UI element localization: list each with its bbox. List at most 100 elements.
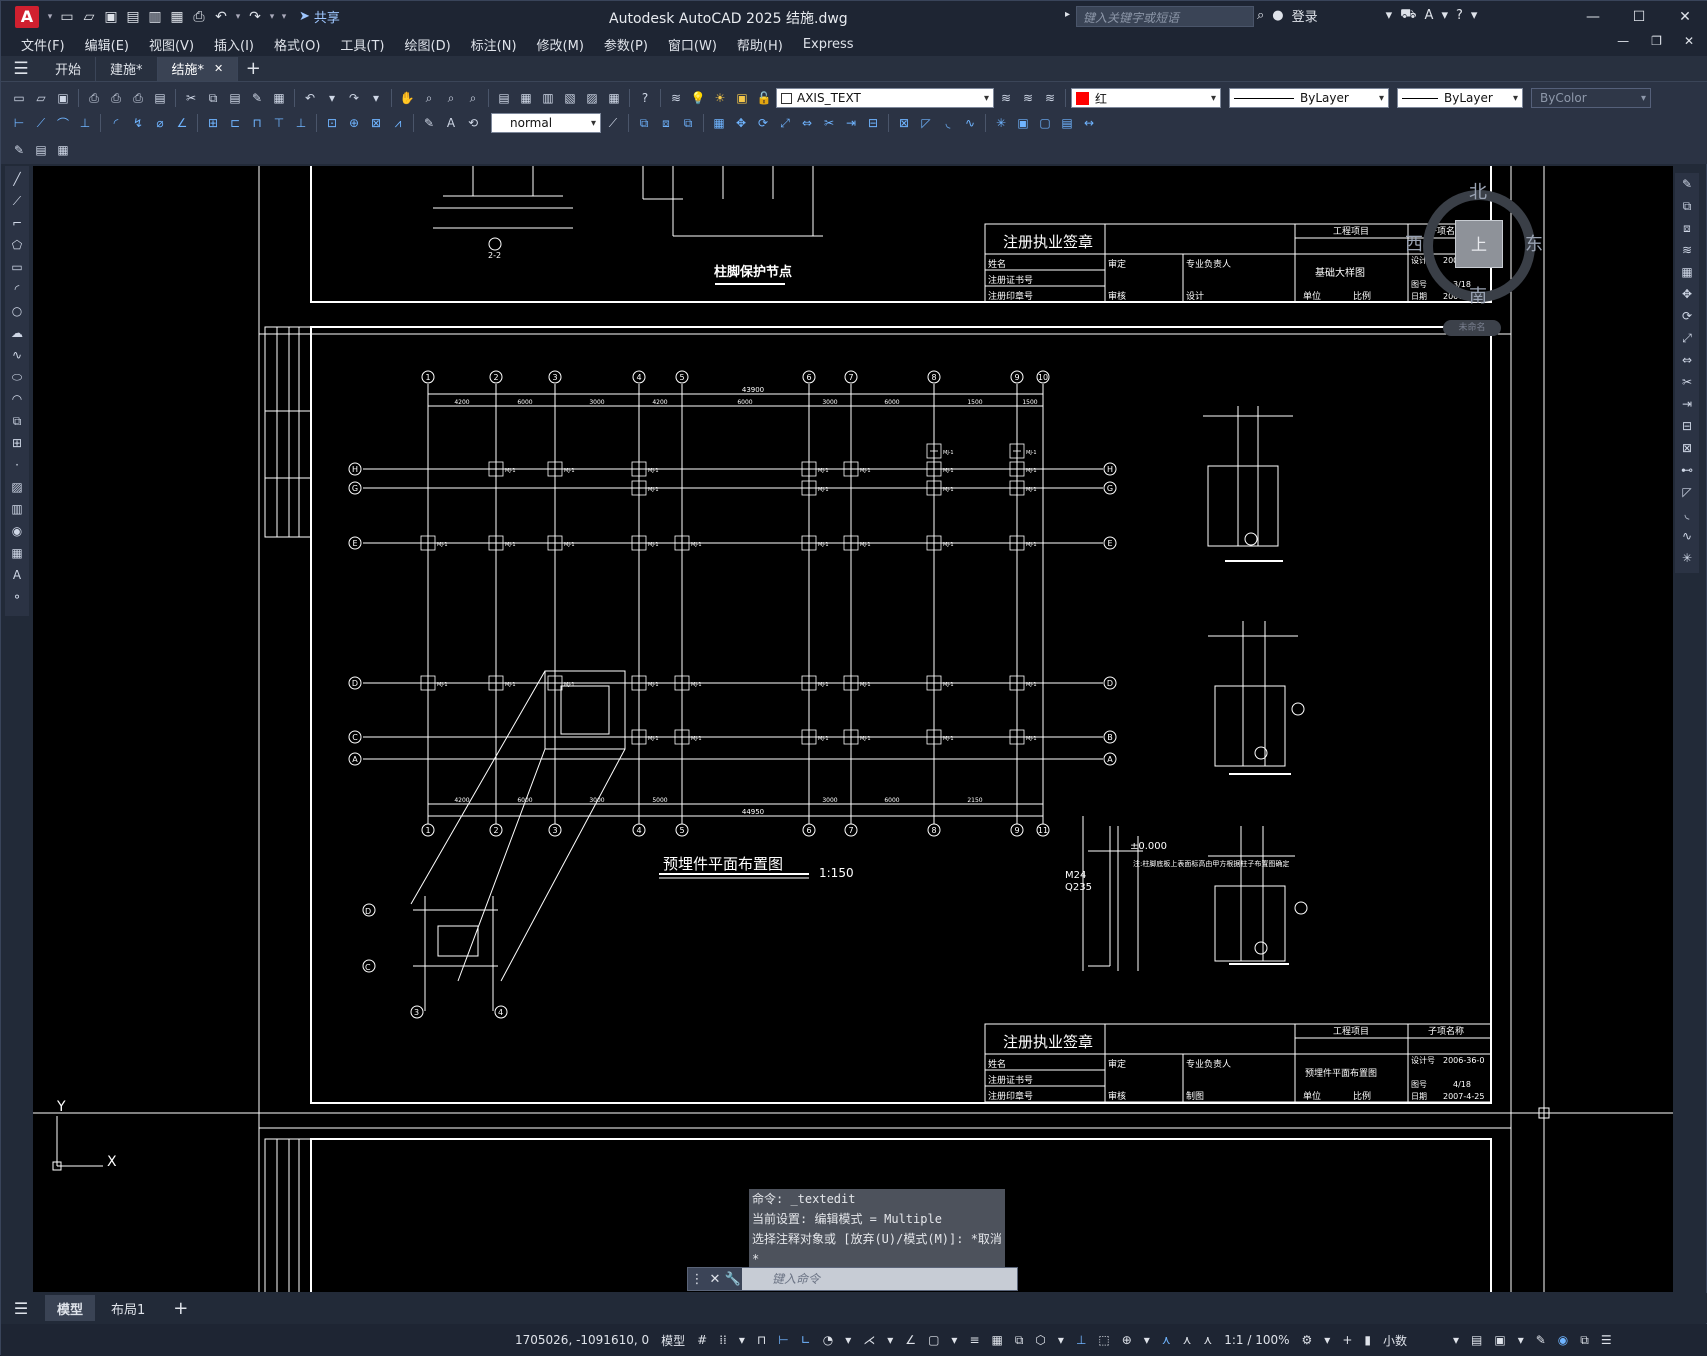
- array-icon[interactable]: ▦: [709, 113, 729, 133]
- save-as-icon[interactable]: ▤: [123, 7, 143, 27]
- join-icon[interactable]: ⊷: [1678, 461, 1696, 479]
- blend-curves-icon[interactable]: ∿: [1678, 527, 1696, 545]
- properties-icon[interactable]: ▤: [494, 88, 514, 108]
- open-icon[interactable]: ▱: [31, 88, 51, 108]
- block-attribute-manager-icon[interactable]: ▦: [53, 140, 73, 160]
- workspace-icon[interactable]: ⚙: [1296, 1333, 1319, 1347]
- offset-icon[interactable]: ⧉: [678, 113, 698, 133]
- plotstyle-dropdown[interactable]: ByColor ▾: [1531, 88, 1651, 108]
- dim-edit-icon[interactable]: ✎: [419, 113, 439, 133]
- mirror-icon[interactable]: ⧈: [1678, 219, 1696, 237]
- help-search-input[interactable]: 键入关键字或短语: [1076, 6, 1254, 27]
- circle-icon[interactable]: ○: [8, 302, 26, 320]
- layer-previous-icon[interactable]: ≋: [1018, 88, 1038, 108]
- undo-icon[interactable]: ↶: [211, 7, 231, 27]
- linetype-dropdown[interactable]: ByLayer ▾: [1229, 88, 1389, 108]
- cart-icon[interactable]: ⛟: [1400, 7, 1416, 24]
- menu-draw[interactable]: 绘图(D): [395, 35, 461, 54]
- layer-vp-icon[interactable]: ▣: [732, 88, 752, 108]
- plot-icon[interactable]: ⎙: [189, 7, 209, 27]
- break-icon[interactable]: ⊠: [1678, 439, 1696, 457]
- grid-icon[interactable]: #: [691, 1333, 713, 1347]
- menu-help[interactable]: 帮助(H): [727, 35, 793, 54]
- isodraft-icon[interactable]: ⋌: [857, 1333, 881, 1347]
- undo-dropdown-icon[interactable]: ▾: [233, 7, 243, 27]
- help-dropdown-icon[interactable]: ▾: [1471, 8, 1478, 23]
- aligned-dim-icon[interactable]: ⟋: [31, 113, 51, 133]
- dim-update-icon[interactable]: ⟲: [463, 113, 483, 133]
- new-icon[interactable]: ▭: [9, 88, 29, 108]
- point-icon[interactable]: ·: [8, 456, 26, 474]
- paste-icon[interactable]: ▤: [225, 88, 245, 108]
- array-icon[interactable]: ▦: [1678, 263, 1696, 281]
- mtext-icon[interactable]: A: [8, 566, 26, 584]
- dim-style-dropdown[interactable]: normal ▾: [491, 113, 601, 133]
- layer-dropdown[interactable]: AXIS_TEXT ▾: [776, 88, 994, 108]
- redo-icon[interactable]: ↷: [245, 7, 265, 27]
- close-command-icon[interactable]: ✕: [706, 1272, 724, 1287]
- group-icon[interactable]: ▣: [1013, 113, 1033, 133]
- move-icon[interactable]: ✥: [1678, 285, 1696, 303]
- spline-icon[interactable]: ∿: [8, 346, 26, 364]
- measure-icon[interactable]: ↔: [1079, 113, 1099, 133]
- extend-icon[interactable]: ⇥: [1678, 395, 1696, 413]
- gizmo-dropdown-icon[interactable]: ▾: [1138, 1333, 1156, 1347]
- 3d-osnap-icon[interactable]: ⬡: [1029, 1333, 1051, 1347]
- layout-menu-icon[interactable]: ☰: [1, 1299, 41, 1318]
- ortho-icon[interactable]: ∟: [795, 1333, 817, 1347]
- tab-model[interactable]: 模型: [45, 1295, 96, 1321]
- ungroup-icon[interactable]: ▢: [1035, 113, 1055, 133]
- pan-icon[interactable]: ✋: [397, 88, 417, 108]
- make-block-icon[interactable]: ⊞: [8, 434, 26, 452]
- redo-dropdown-icon[interactable]: ▾: [366, 88, 386, 108]
- menu-tools[interactable]: 工具(T): [330, 35, 394, 54]
- region-icon[interactable]: ◉: [8, 522, 26, 540]
- customize-icon[interactable]: 🔧: [724, 1272, 742, 1287]
- center-mark-icon[interactable]: ⊕: [344, 113, 364, 133]
- jogged-linear-icon[interactable]: ⩘: [388, 113, 408, 133]
- menu-express[interactable]: Express: [793, 37, 864, 52]
- viewcube-west[interactable]: 西: [1405, 230, 1423, 256]
- diameter-dim-icon[interactable]: ⌀: [150, 113, 170, 133]
- match-properties-icon[interactable]: ✎: [247, 88, 267, 108]
- explode-icon[interactable]: ✳: [1678, 549, 1696, 567]
- publish-icon[interactable]: ⎙: [128, 88, 148, 108]
- break-dim-icon[interactable]: ⊥: [291, 113, 311, 133]
- quick-dim-icon[interactable]: ⊞: [203, 113, 223, 133]
- object-snap-tracking-icon[interactable]: ∠: [899, 1333, 922, 1347]
- menu-window[interactable]: 窗口(W): [658, 35, 727, 54]
- add-selected-icon[interactable]: ⚬: [8, 588, 26, 606]
- arc-icon[interactable]: ◜: [8, 280, 26, 298]
- sheet-set-icon[interactable]: ▧: [560, 88, 580, 108]
- define-attribute-icon[interactable]: ▤: [31, 140, 51, 160]
- undo-dropdown-icon[interactable]: ▾: [322, 88, 342, 108]
- signin-dropdown-icon[interactable]: ▾: [1386, 8, 1393, 23]
- print-icon[interactable]: ⎙: [84, 88, 104, 108]
- layer-freeze-icon[interactable]: ☀: [710, 88, 730, 108]
- polygon-icon[interactable]: ⬠: [8, 236, 26, 254]
- object-snap-dropdown-icon[interactable]: ▾: [945, 1333, 963, 1347]
- signin-button[interactable]: 登录: [1292, 6, 1318, 25]
- rotate-icon[interactable]: ⟳: [753, 113, 773, 133]
- tool-palettes-icon[interactable]: ▥: [538, 88, 558, 108]
- web-open-icon[interactable]: ▥: [145, 7, 165, 27]
- stretch-icon[interactable]: ⇔: [1678, 351, 1696, 369]
- lock-ui-dropdown-icon[interactable]: ▾: [1512, 1333, 1530, 1347]
- gizmo-icon[interactable]: ⊕: [1116, 1333, 1138, 1347]
- doc-close-icon[interactable]: ✕: [1684, 34, 1694, 48]
- share-button[interactable]: ➤ 共享: [299, 7, 340, 26]
- break-icon[interactable]: ⊟: [863, 113, 883, 133]
- dynamic-ucs-icon[interactable]: ⊥: [1070, 1333, 1092, 1347]
- app-menu-chevron-icon[interactable]: ▾: [45, 7, 55, 27]
- radius-dim-icon[interactable]: ◜: [106, 113, 126, 133]
- autodesk-app-icon[interactable]: A: [1425, 8, 1434, 23]
- construction-line-icon[interactable]: ⟋: [8, 192, 26, 210]
- layer-lock-icon[interactable]: 🔓: [754, 88, 774, 108]
- drawing-canvas[interactable]: 2-2 柱脚保护节点 注册执业签章 姓名 注册证书号 注册印章号 审定 专业负责…: [33, 166, 1673, 1292]
- ordinate-dim-icon[interactable]: ⊥: [75, 113, 95, 133]
- hardware-acceleration-icon[interactable]: ◉: [1552, 1333, 1574, 1347]
- revision-cloud-icon[interactable]: ☁: [8, 324, 26, 342]
- copy-obj-icon[interactable]: ⧉: [634, 113, 654, 133]
- erase-icon[interactable]: ✎: [1678, 175, 1696, 193]
- break-at-point-icon[interactable]: ⊟: [1678, 417, 1696, 435]
